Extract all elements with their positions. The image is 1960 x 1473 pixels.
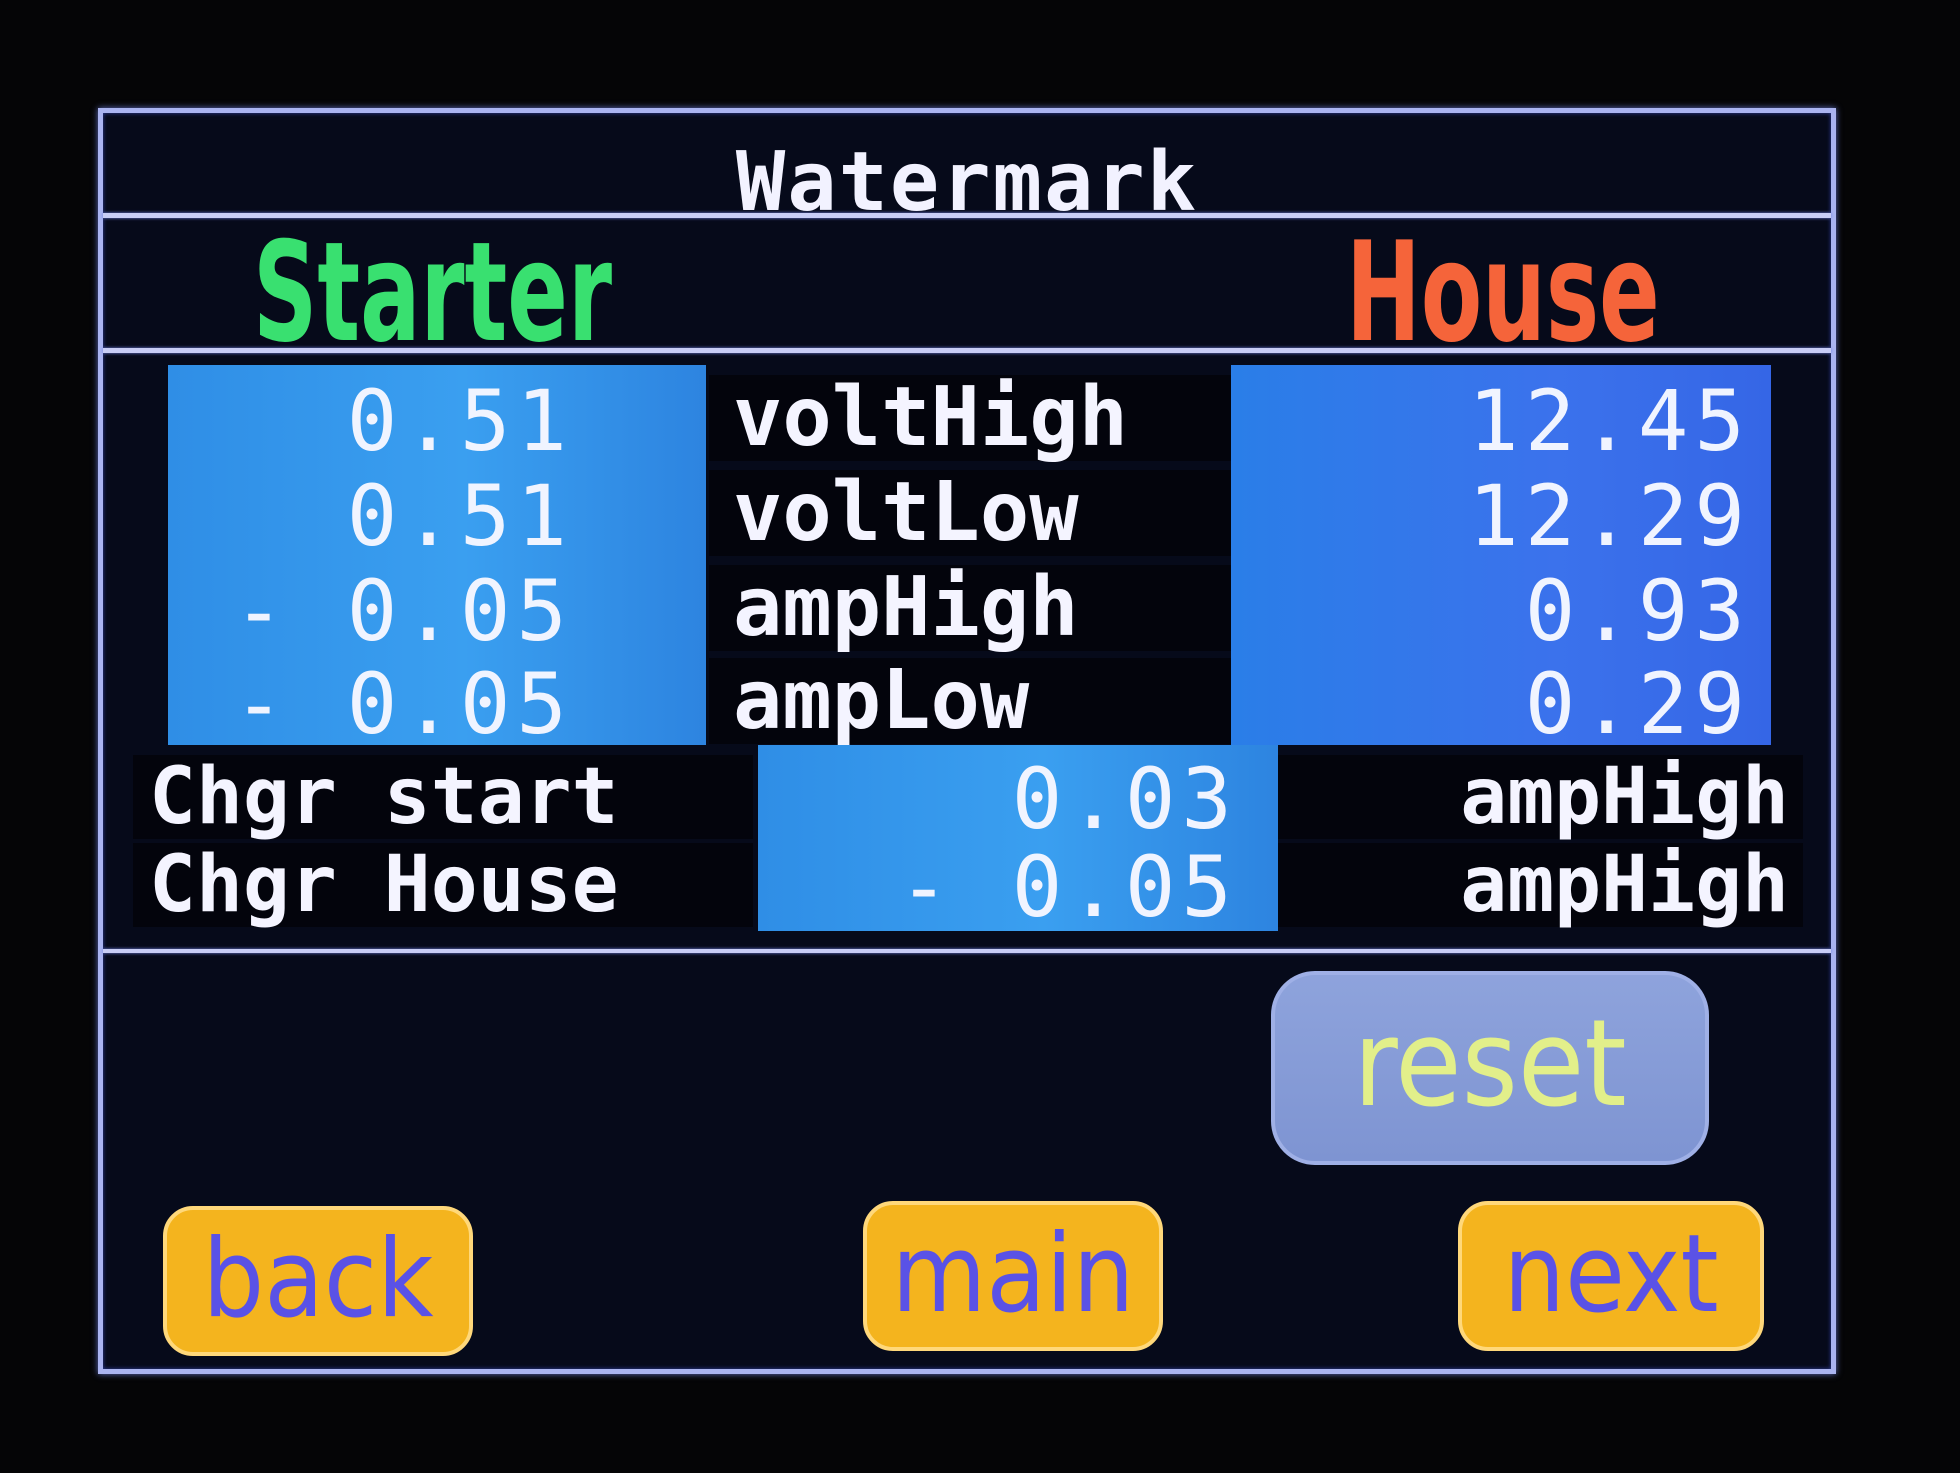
charger-house-value: - 0.05 <box>898 838 1238 936</box>
metric-label-amp-low: ampLow <box>709 658 1231 744</box>
house-amp-high: 0.93 <box>1524 562 1751 660</box>
starter-amp-high: - 0.05 <box>233 562 573 660</box>
metric-label-volt-high: voltHigh <box>709 375 1231 461</box>
charger-start-label: Chgr start <box>133 755 753 839</box>
divider-line <box>103 949 1831 953</box>
starter-amp-low: - 0.05 <box>233 655 573 753</box>
display-screen: Watermark Starter House 0.51 voltHigh 12… <box>98 108 1836 1374</box>
next-button[interactable]: next <box>1458 1201 1764 1351</box>
charger-start-value: 0.03 <box>1011 750 1238 848</box>
starter-volt-high: 0.51 <box>346 372 573 470</box>
metric-label-amp-high: ampHigh <box>709 565 1231 651</box>
house-volt-high: 12.45 <box>1468 372 1751 470</box>
charger-house-label: Chgr House <box>133 843 753 927</box>
charger-start-mode: ampHigh <box>1278 755 1803 839</box>
starter-heading: Starter <box>253 212 613 373</box>
charger-house-mode: ampHigh <box>1278 843 1803 927</box>
main-button[interactable]: main <box>863 1201 1163 1351</box>
house-heading: House <box>1346 212 1660 373</box>
starter-volt-low: 0.51 <box>346 467 573 565</box>
house-volt-low: 12.29 <box>1468 467 1751 565</box>
reset-button[interactable]: reset <box>1271 971 1709 1165</box>
metric-label-volt-low: voltLow <box>709 470 1231 556</box>
back-button[interactable]: back <box>163 1206 473 1356</box>
house-amp-low: 0.29 <box>1524 655 1751 753</box>
